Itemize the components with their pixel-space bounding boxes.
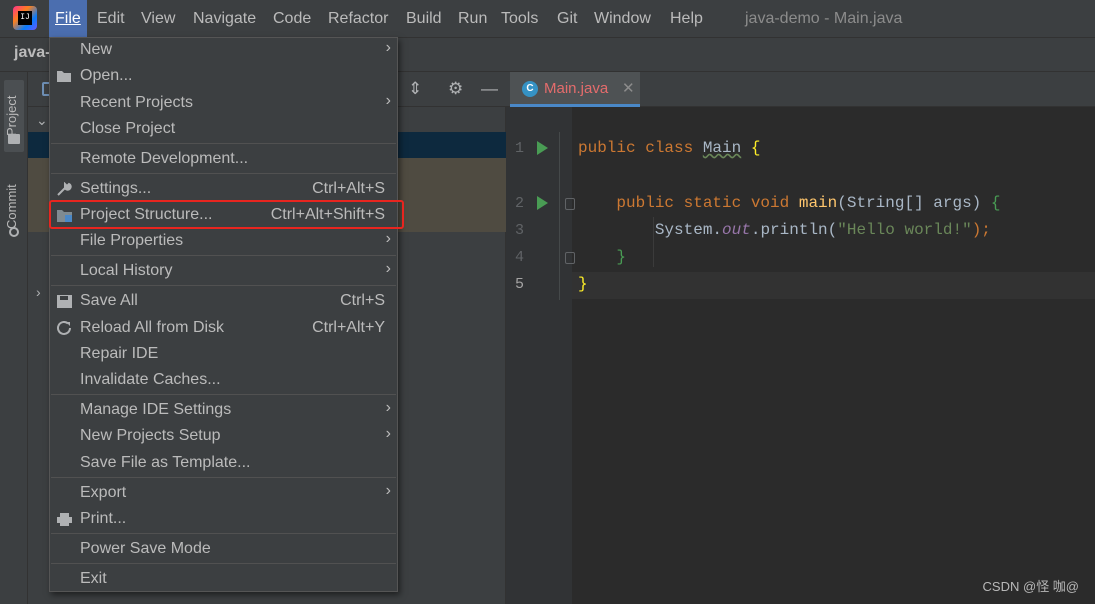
close-icon[interactable]: ✕	[622, 79, 635, 97]
menu-git[interactable]: Git	[551, 0, 583, 37]
commit-icon	[9, 227, 19, 237]
menu-item-exit[interactable]: Exit	[50, 567, 397, 593]
menu-item-power-save-mode[interactable]: Power Save Mode	[50, 537, 397, 563]
tree-expand-icon[interactable]: ⌄	[36, 112, 48, 129]
java-class-icon: C	[522, 81, 538, 97]
fold-marker-icon[interactable]	[565, 198, 575, 210]
code-line-2: public static void main(String[] args) {	[616, 194, 1001, 212]
tree-collapsed-chevron-icon[interactable]: ›	[36, 284, 41, 300]
chevron-right-icon: ›	[385, 399, 391, 416]
menu-code[interactable]: Code	[267, 0, 317, 37]
reload-icon	[56, 320, 73, 336]
menu-item-reload-all[interactable]: Reload All from Disk Ctrl+Alt+Y	[50, 316, 397, 342]
menu-item-remote-development[interactable]: Remote Development...	[50, 147, 397, 173]
chevron-right-icon: ›	[385, 425, 391, 442]
menu-separator	[51, 477, 396, 478]
printer-icon	[56, 512, 73, 527]
menu-item-repair-ide[interactable]: Repair IDE	[50, 342, 397, 368]
menu-help[interactable]: Help	[664, 0, 709, 37]
menu-edit[interactable]: Edit	[91, 0, 131, 37]
chevron-right-icon: ›	[385, 39, 391, 56]
code-line-3: System.out.println("Hello world!");	[654, 221, 991, 239]
code-editor[interactable]: 1 2 3 4 5 public class Main { public sta…	[506, 107, 1095, 604]
floppy-disk-icon	[56, 294, 73, 309]
menu-refactor[interactable]: Refactor	[322, 0, 394, 37]
watermark: CSDN @怪 咖@	[982, 579, 1079, 594]
tab-main-java[interactable]: C Main.java ✕	[510, 72, 640, 107]
chevron-right-icon: ›	[385, 230, 391, 247]
menu-item-save-as-template[interactable]: Save File as Template...	[50, 451, 397, 477]
intellij-logo-icon: IJ	[13, 6, 37, 30]
collapse-all-icon[interactable]: ⇕	[408, 80, 422, 98]
chevron-right-icon: ›	[385, 92, 391, 109]
menu-item-save-all[interactable]: Save All Ctrl+S	[50, 289, 397, 315]
breadcrumb-project[interactable]: java-	[14, 44, 50, 62]
fold-marker-icon[interactable]	[565, 252, 575, 264]
line-number: 2	[514, 195, 524, 212]
menu-build[interactable]: Build	[400, 0, 448, 37]
chevron-right-icon: ›	[385, 260, 391, 277]
line-number: 5	[514, 276, 524, 293]
current-line-highlight	[572, 272, 1095, 299]
code-line-5: }	[578, 275, 588, 293]
menu-item-export[interactable]: Export ›	[50, 481, 397, 507]
chevron-right-icon: ›	[385, 482, 391, 499]
line-number: 3	[514, 222, 524, 239]
menu-run[interactable]: Run	[452, 0, 493, 37]
menu-item-new[interactable]: New ›	[50, 38, 397, 64]
annotation-highlight-box	[49, 200, 404, 229]
code-line-1: public class Main {	[578, 139, 761, 157]
wrench-icon	[56, 181, 73, 197]
left-tool-strip: Project Commit	[0, 72, 28, 604]
menu-view[interactable]: View	[135, 0, 181, 37]
gear-icon[interactable]: ⚙	[448, 80, 463, 98]
menu-separator	[51, 533, 396, 534]
menu-separator	[51, 173, 396, 174]
menu-separator	[51, 285, 396, 286]
menu-item-open[interactable]: Open...	[50, 64, 397, 90]
menu-navigate[interactable]: Navigate	[187, 0, 262, 37]
line-number: 1	[514, 140, 524, 157]
code-line-4: }	[616, 248, 627, 266]
menu-item-local-history[interactable]: Local History ›	[50, 259, 397, 285]
minimize-icon[interactable]: —	[481, 80, 498, 98]
menu-bar: IJ File Edit View Navigate Code Refactor…	[0, 0, 1095, 37]
folder-open-icon	[56, 69, 73, 84]
menu-separator	[51, 394, 396, 395]
menu-separator	[51, 143, 396, 144]
editor-tab-bar: C Main.java ✕	[506, 72, 1095, 107]
file-menu-dropdown: New › Open... Recent Projects › Close Pr…	[49, 37, 398, 592]
line-number: 4	[514, 249, 524, 266]
menu-file[interactable]: File	[49, 0, 87, 37]
menu-separator	[51, 563, 396, 564]
menu-item-recent-projects[interactable]: Recent Projects ›	[50, 91, 397, 117]
run-main-icon[interactable]	[537, 196, 548, 210]
menu-item-new-projects-setup[interactable]: New Projects Setup ›	[50, 424, 397, 450]
tab-title: Main.java	[544, 80, 609, 97]
menu-item-close-project[interactable]: Close Project	[50, 117, 397, 143]
gutter-divider	[559, 132, 560, 300]
menu-window[interactable]: Window	[588, 0, 657, 37]
window-title: java-demo - Main.java	[745, 10, 903, 27]
menu-item-print[interactable]: Print...	[50, 507, 397, 533]
menu-item-manage-ide-settings[interactable]: Manage IDE Settings ›	[50, 398, 397, 424]
ide-window: IJ File Edit View Navigate Code Refactor…	[0, 0, 1095, 604]
project-folder-icon	[8, 134, 20, 144]
menu-tools[interactable]: Tools	[495, 0, 544, 37]
menu-item-invalidate-caches[interactable]: Invalidate Caches...	[50, 368, 397, 394]
run-class-icon[interactable]	[537, 141, 548, 155]
menu-item-file-properties[interactable]: File Properties ›	[50, 229, 397, 255]
editor-gutter: 1 2 3 4 5	[506, 107, 575, 604]
menu-separator	[51, 255, 396, 256]
